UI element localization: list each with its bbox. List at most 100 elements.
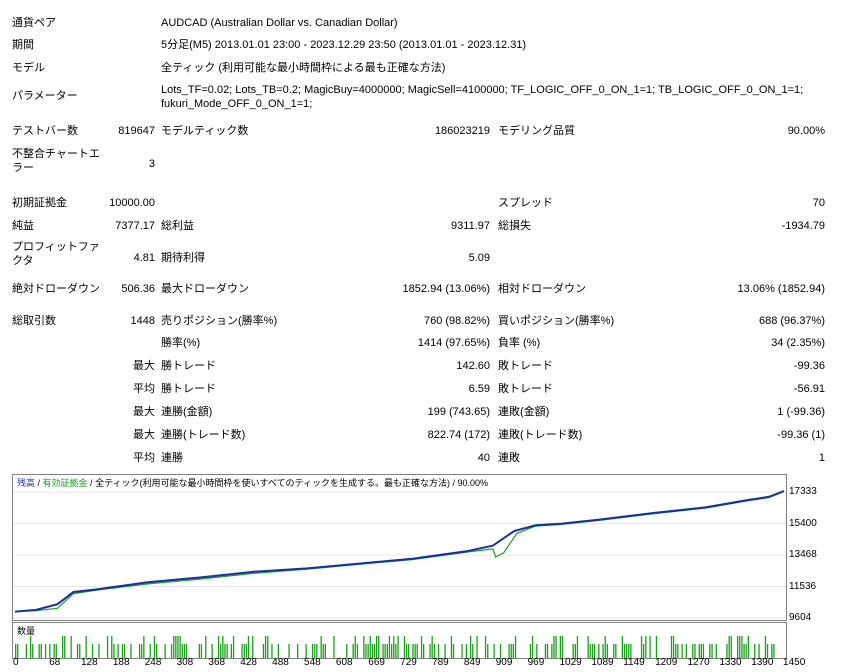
volume-bar (499, 644, 502, 658)
x-tick-label: 428 (240, 657, 257, 668)
volume-bar (587, 636, 589, 658)
volume-bar (111, 636, 113, 658)
x-tick-label: 669 (368, 657, 385, 668)
largest-loss-value: -99.36 (793, 360, 825, 372)
legend-sep-3: / (450, 478, 458, 488)
volume-bar (373, 644, 376, 658)
volume-bar (715, 644, 717, 658)
volume-bar (628, 644, 630, 658)
win-rate-value: 1414 (97.65%) (417, 337, 490, 349)
volume-bar (64, 636, 66, 658)
volume-bar (429, 644, 431, 658)
volume-bar (553, 636, 555, 658)
volume-bar (709, 644, 711, 658)
chart-legend: 残高 / 有効証拠金 / 全ティック(利用可能な最小時間枠を使いすべてのティック… (17, 477, 488, 489)
short-positions-label: 売りポジション(勝率%) (161, 315, 278, 327)
x-tick-label: 1209 (655, 657, 678, 668)
volume-bar (711, 644, 713, 658)
volume-bar (403, 636, 406, 658)
volume-bar (267, 636, 269, 658)
volume-bar (437, 644, 440, 658)
period-label: 期間 (12, 39, 34, 51)
volume-bar (220, 644, 222, 658)
volume-bar (766, 644, 769, 658)
x-tick-label: 548 (304, 657, 321, 668)
long-positions-value: 688 (96.37%) (758, 315, 825, 327)
volume-chart-svg (15, 636, 775, 658)
volume-bar (420, 636, 423, 658)
largest-label: 最大 (133, 360, 155, 372)
volume-bar (531, 636, 534, 658)
volume-bar (311, 644, 314, 658)
y-tick-label: 9604 (789, 612, 812, 623)
mismatch-value: 3 (148, 158, 155, 170)
volume-bar (164, 644, 166, 658)
volume-bar (70, 636, 72, 658)
volume-bar (369, 636, 371, 658)
volume-bar (38, 644, 40, 658)
volume-bar (179, 636, 181, 658)
volume-bar (386, 644, 388, 658)
volume-bar (470, 636, 472, 658)
volume-bar (230, 644, 232, 658)
gross-loss-label: 総損失 (498, 220, 531, 232)
volume-bar (130, 644, 132, 658)
volume-bar (625, 644, 628, 658)
gross-profit-label: 総利益 (161, 220, 194, 232)
volume-bar (493, 644, 495, 658)
legend-balance: 残高 (17, 478, 36, 488)
avg-cons-loss-label: 連敗 (498, 452, 520, 464)
max-drawdown-value: 1852.94 (13.06%) (402, 283, 490, 295)
max-cons-win-count-label: 連勝(トレード数) (161, 429, 246, 441)
volume-bar (397, 636, 399, 658)
y-tick-label: 11536 (789, 580, 817, 592)
volume-bar (224, 644, 226, 658)
largest-loss-label: 敗トレード (498, 360, 553, 372)
volume-bar (630, 644, 632, 658)
volume-bar (702, 644, 705, 658)
volume-bar (472, 644, 474, 658)
volume-bar (508, 644, 510, 658)
volume-bar (384, 644, 386, 658)
avg-win-label: 勝トレード (161, 383, 216, 395)
volume-bar (305, 644, 307, 658)
max-drawdown-label: 最大ドローダウン (161, 283, 249, 295)
volume-bar (91, 644, 94, 658)
volume-bar (643, 644, 645, 658)
volume-bar (222, 636, 224, 658)
volume-bar (62, 636, 64, 658)
legend-equity: 有効証拠金 (42, 478, 88, 488)
spread-value: 70 (812, 197, 825, 209)
volume-bar (700, 644, 702, 658)
volume-bar (741, 636, 743, 658)
volume-bar (754, 644, 756, 658)
abs-drawdown-value: 506.36 (121, 283, 155, 295)
volume-bar (450, 636, 453, 658)
volume-bar (85, 636, 87, 658)
volume-bar (53, 644, 55, 658)
volume-bar (378, 636, 380, 658)
largest-win-value: 142.60 (456, 360, 490, 372)
volume-bar (316, 644, 318, 658)
net-profit-label: 純益 (12, 220, 34, 232)
volume-bar (346, 644, 348, 658)
y-tick-label: 17333 (789, 486, 817, 498)
volume-bar (510, 644, 512, 658)
volume-bar (173, 636, 175, 658)
total-trades-label: 総取引数 (12, 315, 56, 327)
volume-bar (49, 644, 51, 658)
volume-bar (356, 644, 359, 658)
volume-bar (681, 644, 683, 658)
volume-bar (252, 636, 254, 658)
x-tick-label: 1390 (751, 657, 774, 668)
volume-bar (514, 636, 517, 658)
balance-chart: 残高 / 有効証拠金 / 全ティック(利用可能な最小時間枠を使いすべてのティック… (12, 474, 787, 621)
x-tick-label: 1270 (687, 657, 710, 668)
volume-bar (412, 644, 414, 658)
volume-bar (382, 644, 384, 658)
volume-bar (113, 644, 115, 658)
volume-bar (30, 636, 32, 658)
rel-drawdown-label: 相対ドローダウン (498, 283, 586, 295)
volume-bar (416, 644, 418, 658)
volume-bar (388, 636, 391, 658)
